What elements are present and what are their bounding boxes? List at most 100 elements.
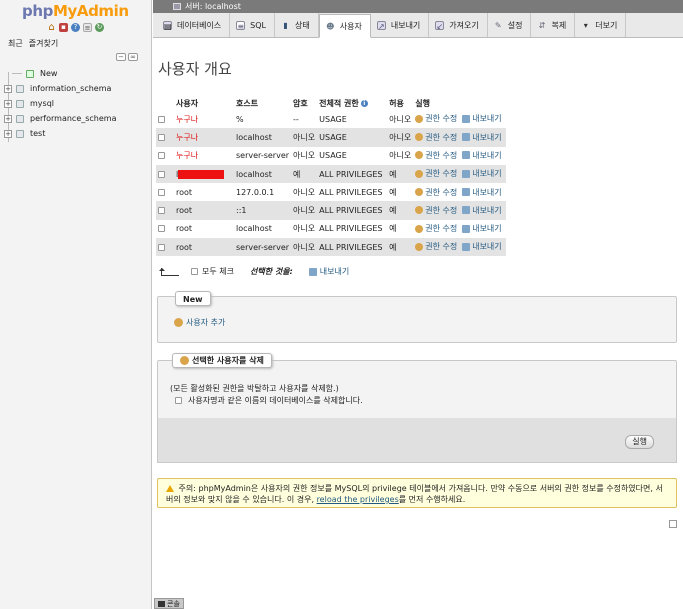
table-row: root 127.0.0.1 아니오 ALL PRIVILEGES 예 권한 수정 내보내기 (156, 183, 506, 202)
row-checkbox[interactable] (158, 152, 165, 160)
export-icon (462, 133, 471, 142)
tree-item-mysql[interactable]: + mysql (4, 96, 150, 111)
expand-icon[interactable]: + (4, 84, 12, 93)
tab-replication[interactable]: ⇵ 복제 (531, 13, 576, 37)
row-checkbox[interactable] (158, 207, 165, 215)
export-user-link[interactable]: 내보내기 (462, 205, 502, 216)
tab-export[interactable]: ↗ 내보내기 (370, 13, 430, 37)
edit-privileges-link[interactable]: 권한 수정 (415, 205, 457, 216)
user-cell: root (174, 219, 234, 239)
export-user-link[interactable]: 내보내기 (462, 168, 502, 179)
export-icon (462, 242, 471, 251)
with-selected-label: 선택한 것을: (249, 267, 293, 276)
export-icon (462, 224, 471, 233)
info-icon[interactable]: i (360, 99, 368, 107)
check-all-checkbox[interactable] (191, 268, 198, 275)
user-rows: 누구나% -- USAGE 아니오 권한 수정 내보내기 누구나 localhost 아니오 US… (156, 110, 506, 257)
edit-privileges-label: 권한 수정 (425, 187, 458, 197)
expand-icon[interactable]: + (4, 99, 12, 108)
print-icon[interactable] (669, 520, 677, 528)
column-header-host: 호스트 (236, 98, 259, 108)
export-user-label: 내보내기 (472, 150, 502, 160)
tree-item-test[interactable]: + test (4, 126, 150, 141)
delete-note: (모든 활성화된 권한을 박탈하고 사용자를 삭제함.) (170, 384, 339, 393)
export-user-link[interactable]: 내보내기 (462, 241, 502, 252)
console-toggle[interactable]: 콘솔 (154, 598, 184, 609)
edit-privileges-link[interactable]: 권한 수정 (415, 113, 457, 124)
tree-item-performance-schema[interactable]: + performance_schema (4, 111, 150, 126)
edit-privileges-link[interactable]: 권한 수정 (415, 132, 457, 143)
drop-database-checkbox[interactable] (175, 397, 182, 404)
edit-privileges-link[interactable]: 권한 수정 (415, 187, 457, 198)
logo[interactable]: phpMyAdmin (22, 2, 129, 20)
global-privileges-cell: ALL PRIVILEGES (317, 201, 388, 220)
go-button[interactable]: 실행 (625, 435, 654, 449)
collapse-all-icon[interactable]: − (116, 53, 126, 61)
global-privileges-cell: ALL PRIVILEGES (317, 219, 388, 239)
new-user-fieldset: New 사용자 추가 (157, 291, 677, 343)
reload-navigation-icon[interactable]: ↻ (95, 23, 104, 32)
export-icon: ↗ (376, 20, 386, 31)
check-all-label[interactable]: 모두 체크 (202, 266, 234, 277)
home-icon[interactable]: ⌂ (47, 23, 56, 33)
tree-item-new[interactable]: New (4, 66, 150, 81)
edit-privileges-label: 권한 수정 (425, 150, 458, 160)
row-checkbox[interactable] (158, 115, 165, 123)
password-cell: 예 (291, 164, 318, 184)
tab-sql[interactable]: ≡ SQL (230, 13, 276, 37)
edit-privileges-link[interactable]: 권한 수정 (415, 223, 457, 234)
password-cell: 아니오 (291, 183, 318, 202)
action-cell: 권한 수정 내보내기 (413, 128, 506, 147)
row-checkbox[interactable] (158, 188, 165, 196)
edit-privileges-link[interactable]: 권한 수정 (415, 168, 457, 179)
user-overview-table: 사용자 호스트 암호 전체적 권한 i 허용 실행 누구나% -- USAGE 아니오 권… (156, 96, 506, 257)
bulk-export-button[interactable]: 내보내기 (320, 266, 349, 277)
row-checkbox[interactable] (158, 225, 165, 233)
row-checkbox[interactable] (158, 133, 165, 141)
expand-icon[interactable]: + (4, 129, 12, 138)
redacted-block (178, 169, 225, 179)
action-cell: 권한 수정 내보내기 (413, 201, 506, 220)
row-checkbox[interactable] (158, 170, 165, 178)
drop-database-label[interactable]: 사용자명과 같은 이름의 데이터베이스를 삭제합니다. (188, 395, 363, 406)
export-icon (462, 169, 471, 178)
add-user-link[interactable]: 사용자 추가 (174, 317, 225, 328)
breadcrumb-server[interactable]: 서버: localhost (185, 2, 241, 11)
edit-privileges-link[interactable]: 권한 수정 (415, 241, 457, 252)
database-icon (16, 84, 24, 93)
tab-import[interactable]: ↙ 가져오기 (429, 13, 488, 37)
user-cell: root (174, 238, 234, 257)
phpmyadmin-app: phpMyAdmin ⌂ ▪ ? ≡ ↻ 최근 즐겨찾기 − ∞ New + i… (0, 0, 683, 609)
reload-privileges-link[interactable]: reload the privileges (317, 495, 399, 504)
row-checkbox[interactable] (158, 243, 165, 251)
export-user-link[interactable]: 내보내기 (462, 223, 502, 234)
export-user-link[interactable]: 내보내기 (462, 113, 502, 124)
tab-databases[interactable]: ▤ 데이터베이스 (157, 13, 231, 37)
table-row: 누구나 server-server 아니오 USAGE 아니오 권한 수정 내보내기 (156, 146, 506, 165)
logout-icon[interactable]: ▪ (59, 23, 68, 32)
submit-bar: 실행 (157, 418, 677, 463)
tree-item-label: New (40, 69, 58, 78)
help-icon[interactable]: ? (71, 23, 80, 32)
bulk-actions: 모두 체크 선택한 것을: 내보내기 (159, 266, 349, 277)
tree-item-information-schema[interactable]: + information_schema (4, 81, 150, 96)
tab-settings[interactable]: ✎ 설정 (487, 13, 532, 37)
export-user-link[interactable]: 내보내기 (462, 150, 502, 161)
documentation-icon[interactable]: ≡ (83, 23, 92, 32)
tab-status[interactable]: ▮ 상태 (275, 13, 319, 37)
tab-more[interactable]: ▾ 더보기 (575, 13, 627, 37)
export-user-link[interactable]: 내보내기 (462, 187, 502, 198)
recent-tables-link[interactable]: 최근 (8, 38, 23, 49)
export-user-label: 내보내기 (472, 132, 502, 142)
grant-cell: 예 (387, 183, 414, 202)
user-name: 누구나 (176, 151, 199, 161)
action-cell: 권한 수정 내보내기 (413, 238, 506, 257)
favorite-tables-link[interactable]: 즐겨찾기 (29, 38, 58, 49)
edit-privileges-link[interactable]: 권한 수정 (415, 150, 457, 161)
export-user-link[interactable]: 내보내기 (462, 132, 502, 143)
expand-icon[interactable]: + (4, 114, 12, 123)
link-with-main-icon[interactable]: ∞ (128, 53, 138, 61)
main-content: 사용자 개요 사용자 호스트 암호 전체적 권한 i 허용 실행 누구나% -- US… (153, 38, 683, 609)
tab-users[interactable]: ☻ 사용자 (318, 14, 371, 38)
action-cell: 권한 수정 내보내기 (413, 183, 506, 202)
